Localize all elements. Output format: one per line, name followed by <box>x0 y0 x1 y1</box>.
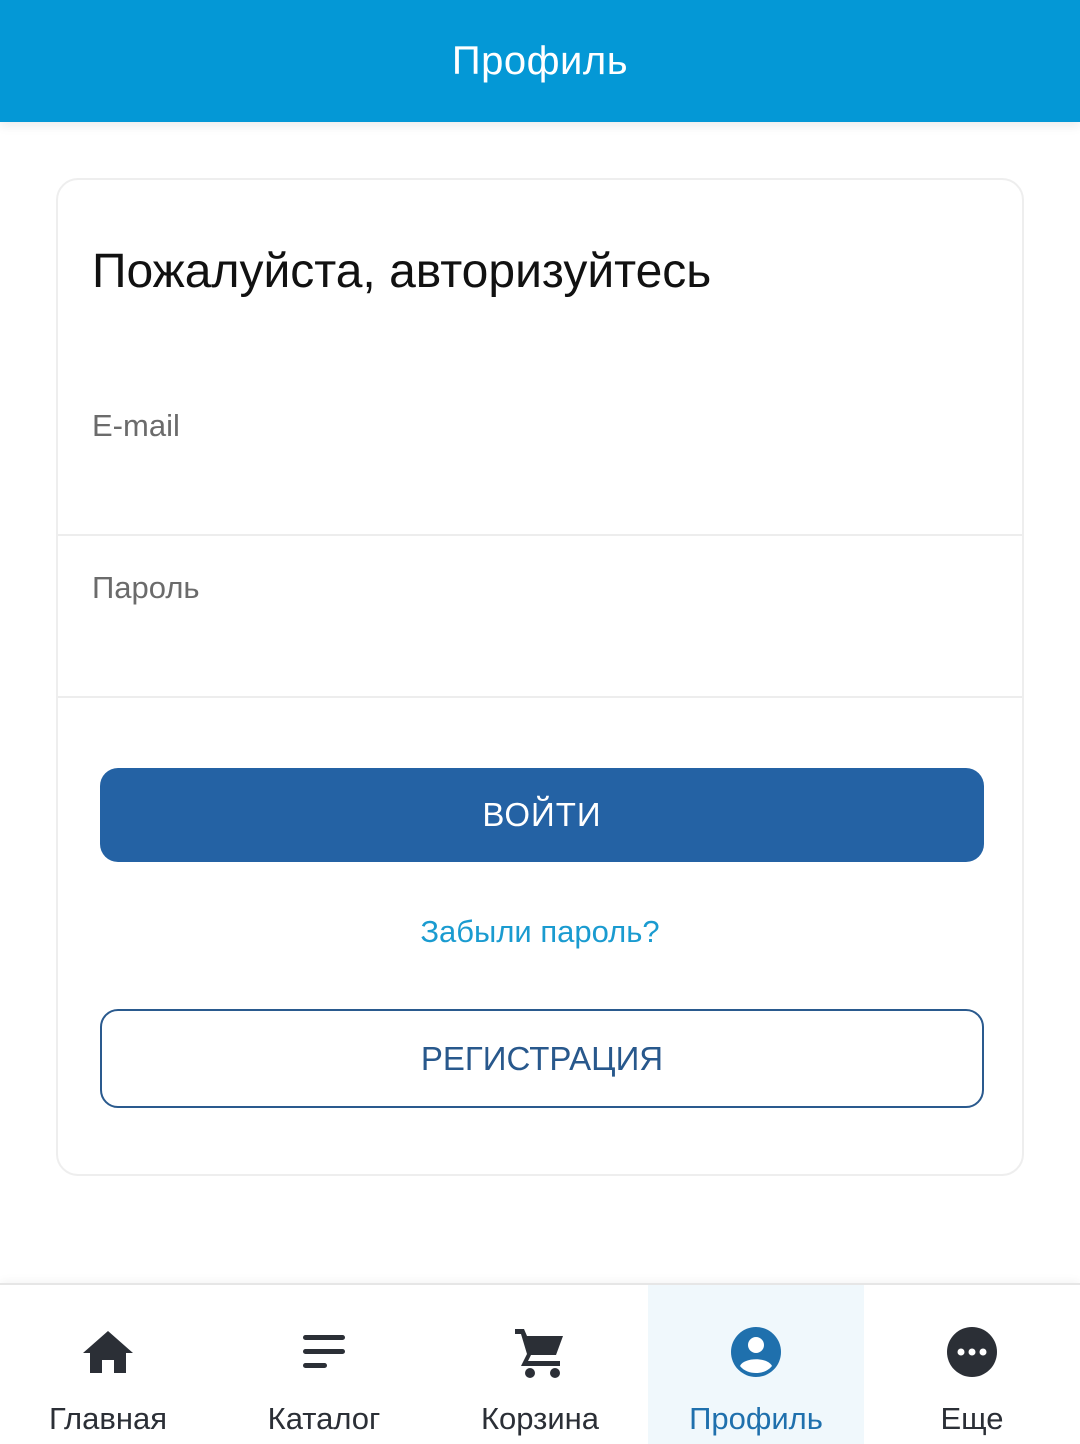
page-title: Профиль <box>451 38 629 83</box>
nav-item-cart[interactable]: Корзина <box>432 1285 648 1444</box>
home-icon <box>79 1323 137 1381</box>
login-heading: Пожалуйста, авторизуйтесь <box>92 245 712 298</box>
email-input[interactable] <box>92 460 988 516</box>
user-circle-icon <box>727 1323 785 1381</box>
password-input[interactable] <box>92 622 988 678</box>
nav-label-profile: Профиль <box>689 1401 823 1436</box>
login-card: Пожалуйста, авторизуйтесь E-mail Пароль … <box>56 178 1024 1176</box>
password-field[interactable]: Пароль <box>58 538 1022 698</box>
nav-item-catalog[interactable]: Каталог <box>216 1285 432 1444</box>
nav-item-home[interactable]: Главная <box>0 1285 216 1444</box>
email-label: E-mail <box>92 408 180 443</box>
forgot-password-link[interactable]: Забыли пароль? <box>58 914 1022 950</box>
nav-label-home: Главная <box>49 1401 167 1436</box>
nav-label-cart: Корзина <box>480 1401 600 1436</box>
bottom-nav: Главная Каталог Корзина Профиль Еще <box>0 1283 1080 1444</box>
nav-label-more: Еще <box>940 1401 1004 1436</box>
cart-icon <box>511 1323 569 1381</box>
nav-item-more[interactable]: Еще <box>864 1285 1080 1444</box>
email-field[interactable]: E-mail <box>58 376 1022 536</box>
register-button[interactable]: РЕГИСТРАЦИЯ <box>100 1009 984 1108</box>
app-bar: Профиль <box>0 0 1080 122</box>
login-button[interactable]: ВОЙТИ <box>100 768 984 862</box>
menu-lines-icon <box>295 1323 353 1381</box>
password-label: Пароль <box>92 570 200 605</box>
nav-label-catalog: Каталог <box>267 1401 381 1436</box>
nav-item-profile[interactable]: Профиль <box>648 1285 864 1444</box>
more-dots-icon <box>943 1323 1001 1381</box>
